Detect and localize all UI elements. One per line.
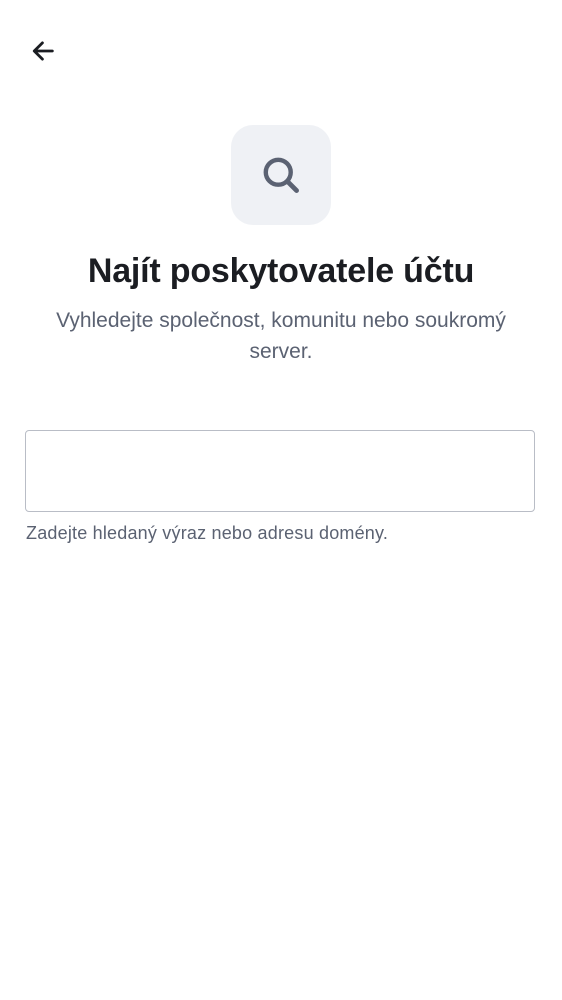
page-subtitle: Vyhledejte společnost, komunitu nebo sou… [56,309,506,363]
find-account-provider-screen: Najít poskytovatele účtu Vyhledejte spol… [0,0,562,1000]
search-icon-tile [231,125,331,225]
search-input[interactable] [26,431,534,511]
search-icon [263,157,299,193]
arrow-left-icon [32,41,54,61]
back-button[interactable] [20,28,66,74]
page-title: Najít poskytovatele účtu [87,252,475,290]
search-field[interactable] [25,430,535,512]
search-helper-text: Zadejte hledaný výraz nebo adresu domény… [26,523,389,543]
